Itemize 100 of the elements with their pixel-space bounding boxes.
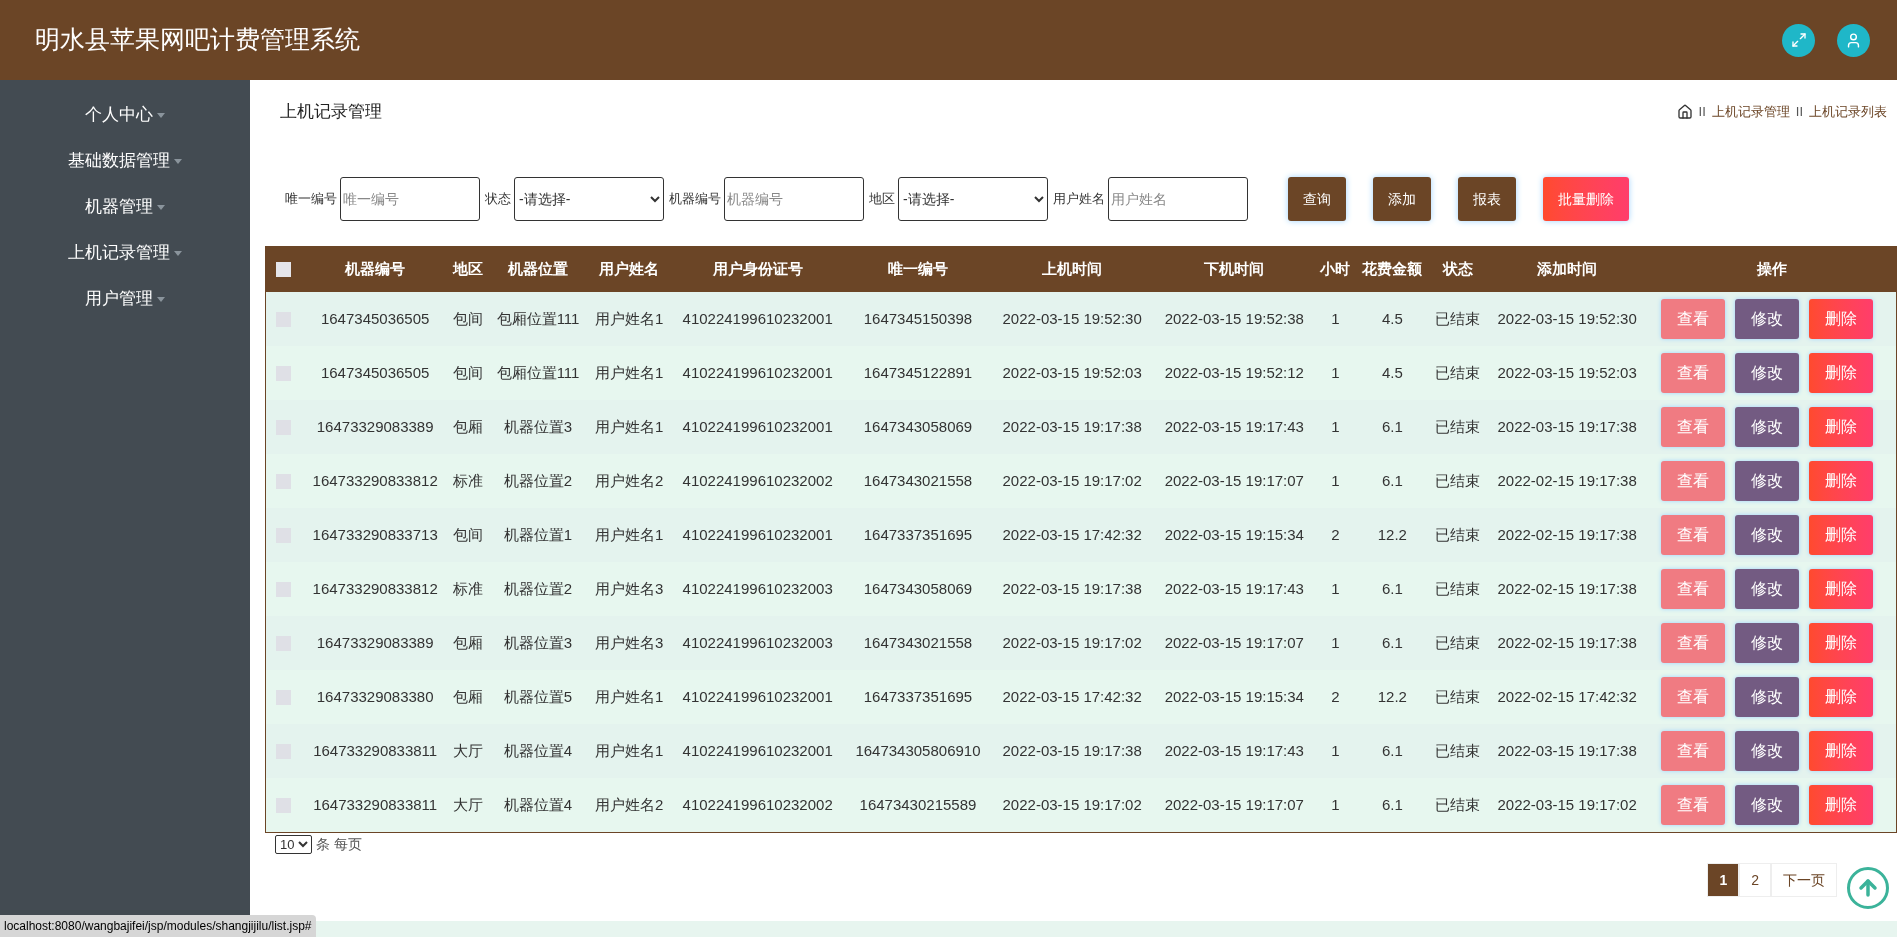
sidebar-item[interactable]: 用户管理: [0, 286, 250, 312]
page-title: 上机记录管理: [280, 101, 382, 124]
delete-button[interactable]: 删除: [1809, 299, 1874, 339]
table-cell: 大厅: [453, 795, 484, 813]
column-header: 状态: [1429, 247, 1487, 292]
delete-button[interactable]: 删除: [1809, 407, 1874, 447]
table-cell: 410224199610232003: [682, 633, 833, 651]
table-cell: 1: [1331, 363, 1340, 381]
table-cell: 2022-03-15 19:52:03: [1002, 363, 1142, 381]
table-cell: 包厢: [453, 687, 484, 705]
sidebar-item[interactable]: 个人中心: [0, 102, 250, 128]
column-header: 唯一编号: [844, 247, 992, 292]
page-button[interactable]: 1: [1707, 863, 1740, 897]
toolbar-button[interactable]: 批量删除: [1543, 177, 1629, 221]
table-cell: 已结束: [1435, 633, 1481, 651]
edit-button[interactable]: 修改: [1735, 677, 1800, 717]
edit-button[interactable]: 修改: [1735, 299, 1800, 339]
breadcrumb-link[interactable]: 上机记录管理: [1711, 102, 1790, 122]
breadcrumb-link[interactable]: 上机记录列表: [1809, 102, 1887, 122]
delete-button[interactable]: 删除: [1809, 569, 1874, 609]
filter-input[interactable]: 机器编号: [724, 177, 864, 221]
table-cell: 用户姓名1: [594, 417, 664, 435]
table-cell: 用户姓名1: [594, 741, 664, 759]
table-cell: 2022-03-15 19:17:38: [1497, 741, 1637, 759]
column-header: 小时: [1315, 247, 1356, 292]
table-cell: 410224199610232001: [682, 525, 833, 543]
table-cell: 2022-03-15 17:42:32: [1002, 525, 1142, 543]
table-cell: 用户姓名1: [594, 309, 664, 327]
toolbar-button[interactable]: 查询: [1288, 177, 1346, 221]
table-cell: 已结束: [1435, 741, 1481, 759]
delete-button[interactable]: 删除: [1809, 353, 1874, 393]
user-icon: [1845, 31, 1862, 49]
scroll-top-button[interactable]: [1847, 867, 1889, 909]
table-cell: 2022-03-15 19:17:07: [1164, 471, 1304, 489]
table-cell: 2022-03-15 19:52:03: [1497, 363, 1637, 381]
table-cell: 1647337351695: [863, 525, 973, 543]
edit-button[interactable]: 修改: [1735, 785, 1800, 825]
table-cell: 2022-03-15 19:52:12: [1164, 363, 1304, 381]
page-button[interactable]: 2: [1739, 863, 1771, 897]
table-cell: 1647343021558: [863, 471, 973, 489]
delete-button[interactable]: 删除: [1809, 515, 1874, 555]
sidebar-item[interactable]: 上机记录管理: [0, 240, 250, 266]
table-cell: 1647343021558: [863, 633, 973, 651]
table-cell: 1: [1331, 417, 1340, 435]
column-header: 下机时间: [1153, 247, 1316, 292]
edit-button[interactable]: 修改: [1735, 461, 1800, 501]
table-cell: 6.1: [1381, 579, 1403, 597]
fullscreen-button[interactable]: [1782, 23, 1815, 57]
table-cell: 机器位置5: [503, 687, 573, 705]
filter-select[interactable]: -请选择-: [514, 177, 664, 221]
table-cell: 2022-03-15 19:17:43: [1164, 579, 1304, 597]
sidebar-item[interactable]: 基础数据管理: [0, 148, 250, 174]
table-cell: 1: [1331, 795, 1340, 813]
sidebar-item[interactable]: 机器管理: [0, 194, 250, 220]
user-button[interactable]: [1837, 23, 1870, 57]
table-cell: 机器位置4: [503, 741, 573, 759]
page-button[interactable]: 下一页: [1771, 863, 1837, 897]
table-cell: 2022-03-15 19:17:02: [1497, 795, 1637, 813]
table-cell: 2022-03-15 19:15:34: [1164, 525, 1304, 543]
table-cell: 4.5: [1381, 363, 1403, 381]
table-cell: 164733290833811: [313, 795, 438, 813]
edit-button[interactable]: 修改: [1735, 407, 1800, 447]
table-cell: 包间: [453, 309, 484, 327]
select-all-checkbox[interactable]: [276, 262, 291, 277]
caret-icon: [157, 112, 165, 118]
table-cell: 1: [1331, 633, 1340, 651]
table-cell: 1647345150398: [863, 309, 973, 327]
table-cell: 机器位置3: [503, 417, 573, 435]
page-size-select[interactable]: 10: [275, 835, 312, 854]
edit-button[interactable]: 修改: [1735, 353, 1800, 393]
delete-button[interactable]: 删除: [1809, 677, 1874, 717]
delete-button[interactable]: 删除: [1809, 461, 1874, 501]
table-cell: 1: [1331, 741, 1340, 759]
status-bar: localhost:8080/wangbajifei/jsp/modules/shangjijilu/list.jsp#: [0, 915, 316, 937]
edit-button[interactable]: 修改: [1735, 515, 1800, 555]
toolbar-button[interactable]: 添加: [1373, 177, 1431, 221]
edit-button[interactable]: 修改: [1735, 731, 1800, 771]
toolbar-button[interactable]: 报表: [1458, 177, 1516, 221]
table-cell: 1647345036505: [320, 363, 430, 381]
caret-icon: [157, 204, 165, 210]
filter-input[interactable]: 唯一编号: [340, 177, 480, 221]
table-cell: 6.1: [1381, 795, 1403, 813]
home-icon[interactable]: [1676, 104, 1693, 120]
table-cell: 1647343058069: [863, 579, 973, 597]
delete-button[interactable]: 删除: [1809, 731, 1874, 771]
filter-select[interactable]: -请选择-: [898, 177, 1048, 221]
edit-button[interactable]: 修改: [1735, 569, 1800, 609]
table-cell: 已结束: [1435, 417, 1481, 435]
filter-input[interactable]: 用户姓名: [1108, 177, 1248, 221]
table-cell: 包厢位置111: [496, 363, 580, 381]
delete-button[interactable]: 删除: [1809, 623, 1874, 663]
delete-button[interactable]: 删除: [1809, 785, 1874, 825]
table-cell: 包厢: [453, 417, 484, 435]
table-cell: 机器位置1: [503, 525, 573, 543]
edit-button[interactable]: 修改: [1735, 623, 1800, 663]
column-header: 用户身份证号: [670, 247, 845, 292]
table-cell: 2022-02-15 19:17:38: [1497, 579, 1637, 597]
sidebar-label: 用户管理: [85, 288, 153, 311]
filter-label: 机器编号: [669, 190, 721, 209]
table-cell: 164733290833812: [312, 579, 438, 597]
